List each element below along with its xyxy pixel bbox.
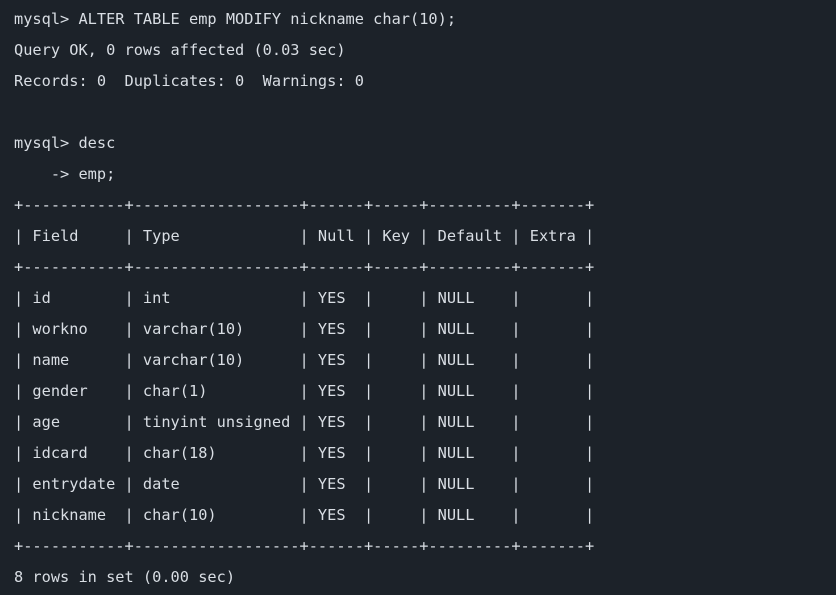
table-header-row: | Field | Type | Null | Key | Default | … — [14, 227, 595, 245]
table-row: | nickname | char(10) | YES | | NULL | | — [14, 506, 595, 524]
terminal-line-command-desc: mysql> desc — [14, 134, 116, 152]
terminal-line-command-alter: mysql> ALTER TABLE emp MODIFY nickname c… — [14, 10, 457, 28]
table-border-top: +-----------+------------------+------+-… — [14, 196, 595, 214]
table-row: | age | tinyint unsigned | YES | | NULL … — [14, 413, 595, 431]
terminal-line-continuation-emp: -> emp; — [14, 165, 116, 183]
table-row: | entrydate | date | YES | | NULL | | — [14, 475, 595, 493]
terminal-line-row-count: 8 rows in set (0.00 sec) — [14, 568, 236, 586]
terminal-window[interactable]: mysql> ALTER TABLE emp MODIFY nickname c… — [0, 0, 836, 595]
terminal-line-query-ok: Query OK, 0 rows affected (0.03 sec) — [14, 41, 346, 59]
table-row: | gender | char(1) | YES | | NULL | | — [14, 382, 595, 400]
table-row: | idcard | char(18) | YES | | NULL | | — [14, 444, 595, 462]
terminal-line-records-summary: Records: 0 Duplicates: 0 Warnings: 0 — [14, 72, 364, 90]
table-row: | workno | varchar(10) | YES | | NULL | … — [14, 320, 595, 338]
table-border-bottom: +-----------+------------------+------+-… — [14, 537, 595, 555]
table-row: | id | int | YES | | NULL | | — [14, 289, 595, 307]
table-row: | name | varchar(10) | YES | | NULL | | — [14, 351, 595, 369]
table-border-header: +-----------+------------------+------+-… — [14, 258, 595, 276]
